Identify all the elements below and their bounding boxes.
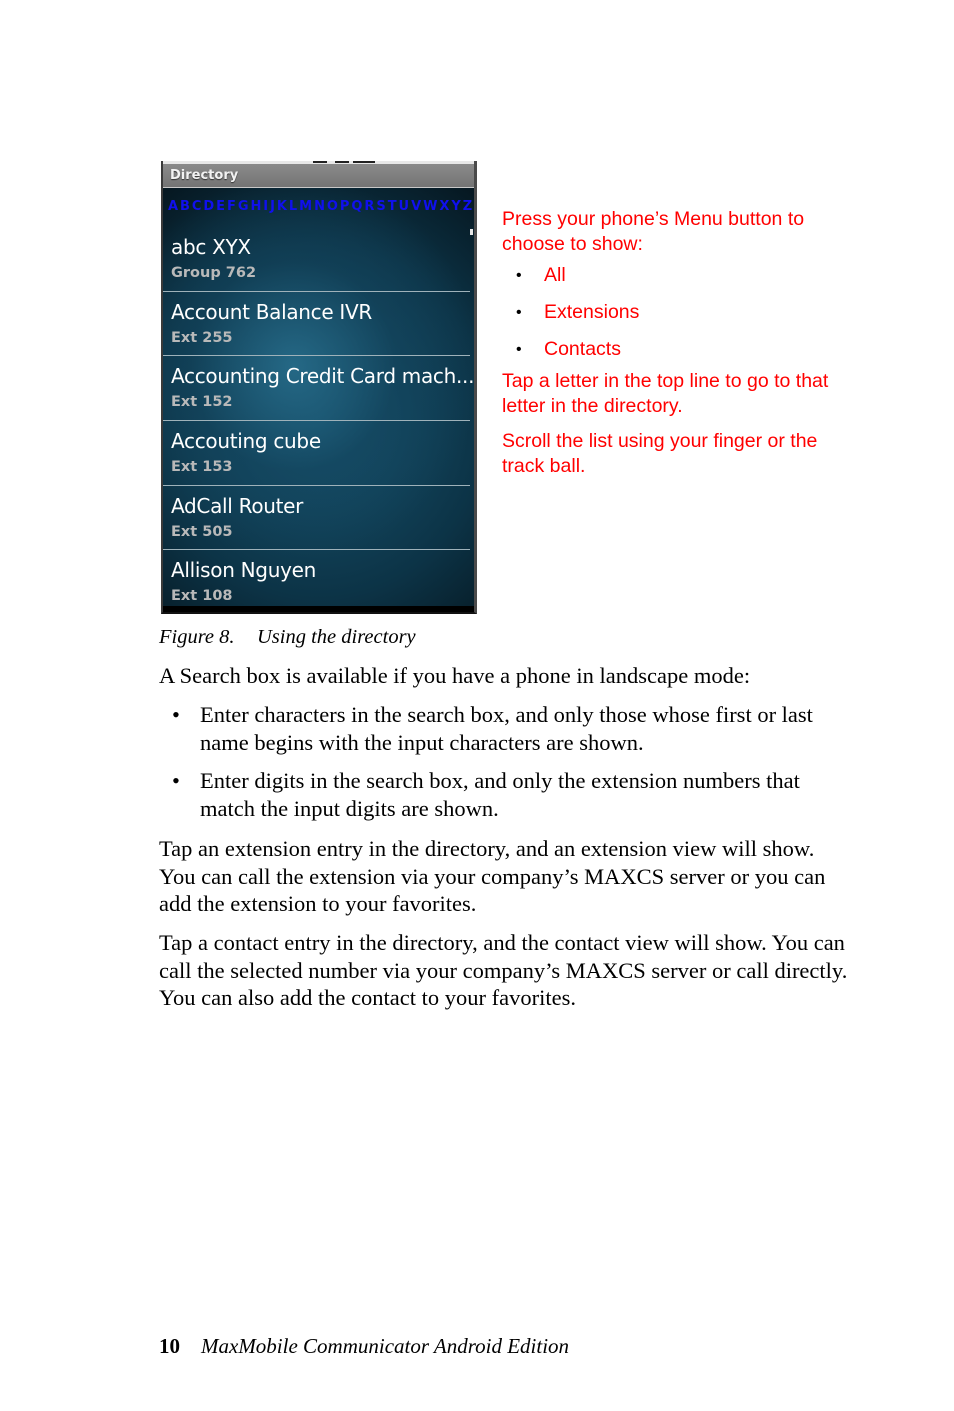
search-bullets: • Enter characters in the search box, and… bbox=[159, 701, 849, 834]
extension-paragraph: Tap an extension entry in the directory,… bbox=[159, 835, 849, 918]
callout-options-list: • All • Extensions • Contacts bbox=[502, 257, 842, 368]
directory-list: abc XYX Group 762 Account Balance IVR Ex… bbox=[163, 227, 474, 612]
alphabet-letter-m[interactable]: M bbox=[299, 196, 312, 218]
alphabet-letter-x[interactable]: X bbox=[439, 196, 449, 218]
directory-entry[interactable]: Allison Nguyen Ext 108 bbox=[163, 550, 470, 612]
figure-title: Using the directory bbox=[257, 626, 416, 648]
entry-name: AdCall Router bbox=[171, 493, 304, 518]
option-label: All bbox=[544, 264, 566, 286]
bullet-text: Enter digits in the search box, and only… bbox=[200, 768, 800, 822]
entry-name: Accounting Credit Card mach... bbox=[171, 364, 475, 389]
entry-extension: Ext 505 bbox=[171, 523, 233, 540]
bullet-icon: • bbox=[516, 341, 522, 358]
alphabet-letter-a[interactable]: A bbox=[168, 196, 178, 218]
alphabet-letter-d[interactable]: D bbox=[203, 196, 214, 218]
alphabet-letter-s[interactable]: S bbox=[376, 196, 385, 218]
alphabet-letter-v[interactable]: V bbox=[411, 196, 421, 218]
bullet-icon: • bbox=[516, 267, 522, 284]
contact-paragraph: Tap a contact entry in the directory, an… bbox=[159, 929, 849, 1012]
callout-tap-letter: Tap a letter in the top line to go to th… bbox=[502, 370, 829, 417]
entry-name: abc XYX bbox=[171, 235, 251, 259]
entry-extension: Ext 152 bbox=[171, 394, 233, 411]
bullet-item: • Enter digits in the search box, and onl… bbox=[159, 767, 849, 822]
bullet-icon: • bbox=[516, 304, 522, 321]
annotation-callout: Press your phone’s Menu button to choose… bbox=[502, 207, 842, 479]
alphabet-letter-i[interactable]: I bbox=[263, 196, 268, 218]
alphabet-letter-k[interactable]: K bbox=[277, 196, 287, 218]
page-number: 10 bbox=[159, 1334, 180, 1358]
search-intro-paragraph: A Search box is available if you have a … bbox=[159, 662, 849, 690]
entry-extension: Group 762 bbox=[171, 265, 257, 281]
directory-entry[interactable]: AdCall Router Ext 505 bbox=[163, 486, 470, 551]
figure-caption: Figure 8. Using the directory bbox=[159, 626, 416, 649]
paragraph-text: Tap a contact entry in the directory, an… bbox=[159, 930, 848, 1011]
alphabet-letter-p[interactable]: P bbox=[340, 196, 350, 218]
directory-entry[interactable]: Accounting Credit Card mach... Ext 152 bbox=[163, 356, 474, 422]
alphabet-letter-r[interactable]: R bbox=[364, 196, 374, 218]
alphabet-letter-t[interactable]: T bbox=[388, 196, 397, 218]
directory-title-bar: Directory bbox=[163, 164, 474, 188]
entry-extension: Ext 153 bbox=[171, 459, 233, 476]
directory-screenshot: Directory ABCDEFGHIJKLMNOPQRSTUVWXYZ abc… bbox=[161, 161, 477, 614]
scrollbar-thumb[interactable] bbox=[470, 229, 473, 235]
callout-option: • All bbox=[502, 257, 842, 294]
callout-option: • Extensions bbox=[502, 294, 842, 331]
entry-name: Allison Nguyen bbox=[171, 558, 316, 583]
alphabet-letter-z[interactable]: Z bbox=[463, 196, 472, 218]
directory-entry[interactable]: Accouting cube Ext 153 bbox=[163, 421, 470, 486]
entry-extension: Ext 255 bbox=[171, 329, 233, 346]
page-footer: 10 MaxMobile Communicator Android Edition bbox=[159, 1334, 569, 1359]
callout-option: • Contacts bbox=[502, 331, 842, 368]
entry-name: Accouting cube bbox=[171, 429, 321, 454]
document-title: MaxMobile Communicator Android Edition bbox=[201, 1334, 570, 1358]
alphabet-letter-h[interactable]: H bbox=[250, 196, 261, 218]
callout-scroll: Scroll the list using your finger or the… bbox=[502, 430, 818, 477]
bullet-text: Enter characters in the search box, and … bbox=[200, 702, 813, 755]
directory-entry[interactable]: abc XYX Group 762 bbox=[163, 227, 470, 292]
bottom-shade bbox=[163, 606, 474, 612]
alphabet-letter-b[interactable]: B bbox=[180, 196, 190, 218]
alphabet-letter-y[interactable]: Y bbox=[451, 196, 460, 218]
entry-extension: Ext 108 bbox=[171, 588, 233, 605]
alphabet-letter-j[interactable]: J bbox=[270, 196, 275, 218]
directory-entry[interactable]: Account Balance IVR Ext 255 bbox=[163, 292, 470, 357]
bullet-icon: • bbox=[172, 702, 180, 727]
paragraph-text: Tap an extension entry in the directory,… bbox=[159, 836, 826, 917]
bullet-icon: • bbox=[172, 768, 180, 794]
alphabet-letter-q[interactable]: Q bbox=[351, 196, 362, 218]
alphabet-letter-u[interactable]: U bbox=[399, 196, 410, 218]
alphabet-letter-e[interactable]: E bbox=[216, 196, 225, 218]
alphabet-letter-o[interactable]: O bbox=[327, 196, 338, 218]
figure-label: Figure 8. bbox=[159, 626, 235, 648]
entry-name: Account Balance IVR bbox=[171, 299, 373, 324]
alphabet-letter-c[interactable]: C bbox=[192, 196, 202, 218]
alphabet-letter-l[interactable]: L bbox=[289, 196, 297, 218]
callout-menu-instruction: Press your phone’s Menu button to choose… bbox=[502, 208, 805, 255]
alphabet-letter-n[interactable]: N bbox=[314, 196, 325, 218]
bullet-item: • Enter characters in the search box, and… bbox=[159, 701, 849, 756]
alphabet-letter-f[interactable]: F bbox=[227, 196, 236, 218]
paragraph-text: A Search box is available if you have a … bbox=[159, 663, 751, 688]
option-label: Extensions bbox=[544, 301, 640, 323]
option-label: Contacts bbox=[544, 338, 621, 360]
alphabet-letter-g[interactable]: G bbox=[238, 196, 249, 218]
alphabet-letter-w[interactable]: W bbox=[423, 196, 437, 218]
alphabet-index-bar: ABCDEFGHIJKLMNOPQRSTUVWXYZ bbox=[168, 196, 472, 218]
